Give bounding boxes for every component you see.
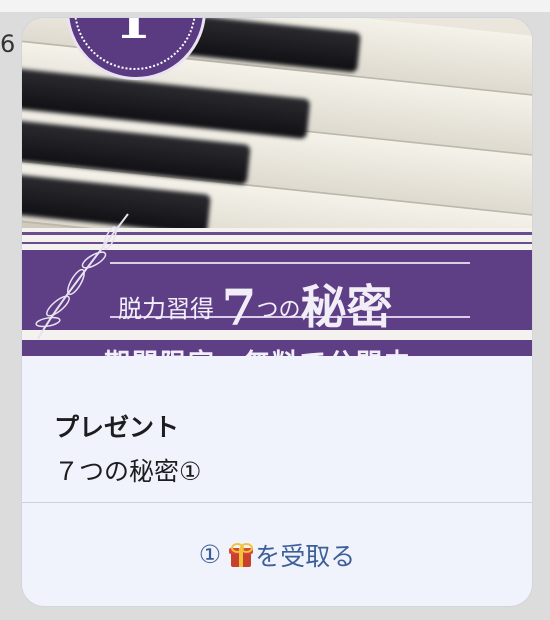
banner-image[interactable]: 1 脱力習得 7つの秘密 期間限定 無料で公開中: [22, 18, 532, 356]
receive-label: を受取る: [255, 541, 356, 571]
gift-icon: [229, 542, 254, 567]
top-strip: [0, 0, 550, 12]
previous-item-number: 6: [0, 30, 16, 58]
medal-number: 1: [114, 18, 152, 51]
card-title: プレゼント: [54, 413, 180, 442]
card-body: プレゼント ７つの秘密①: [22, 356, 532, 502]
olive-branch-icon: [35, 213, 129, 340]
receive-count: ①: [198, 540, 222, 569]
card-description: ７つの秘密①: [54, 457, 202, 486]
banner-subline: 期間限定 無料で公開中: [104, 343, 412, 356]
receive-button[interactable]: ① を受取る: [22, 503, 532, 606]
present-card[interactable]: 1 脱力習得 7つの秘密 期間限定 無料で公開中 プレゼント ７つの秘密① ①: [22, 18, 532, 606]
banner-title: 脱力習得 7つの秘密: [118, 278, 393, 337]
